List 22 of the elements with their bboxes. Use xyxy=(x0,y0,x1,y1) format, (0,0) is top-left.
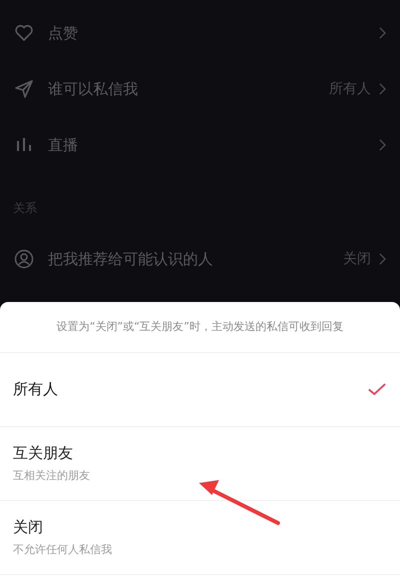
option-item[interactable]: 关闭 不允许任何人私信我 xyxy=(0,501,400,575)
setting-value: 所有人 xyxy=(329,80,371,98)
chevron-icon xyxy=(379,139,386,151)
setting-label[interactable]: 点赞 xyxy=(48,24,379,42)
option-description: 不允许任何人私信我 xyxy=(13,542,113,557)
hint-text: 设置为“关闭”或“互关朋友”时，主动发送的私信可收到回复 xyxy=(0,302,400,353)
chevron-icon xyxy=(379,253,386,265)
option-item[interactable]: 所有人 xyxy=(0,353,400,427)
chevron-icon xyxy=(379,83,386,95)
setting-label[interactable]: 把我推荐给可能认识的人 xyxy=(48,250,343,268)
checkmark-icon xyxy=(368,383,386,396)
heart-icon xyxy=(14,23,34,43)
chevron-icon xyxy=(379,27,386,39)
setting-value: 关闭 xyxy=(343,250,371,268)
option-description: 互相关注的朋友 xyxy=(13,468,91,483)
person-icon xyxy=(14,249,34,269)
paper-plane-icon xyxy=(14,79,34,99)
option-label: 所有人 xyxy=(13,380,59,399)
setting-label[interactable]: 直播 xyxy=(48,136,379,154)
setting-label[interactable]: 谁可以私信我 xyxy=(48,80,329,98)
option-label: 关闭 xyxy=(13,518,44,537)
option-label: 互关朋友 xyxy=(13,444,74,463)
